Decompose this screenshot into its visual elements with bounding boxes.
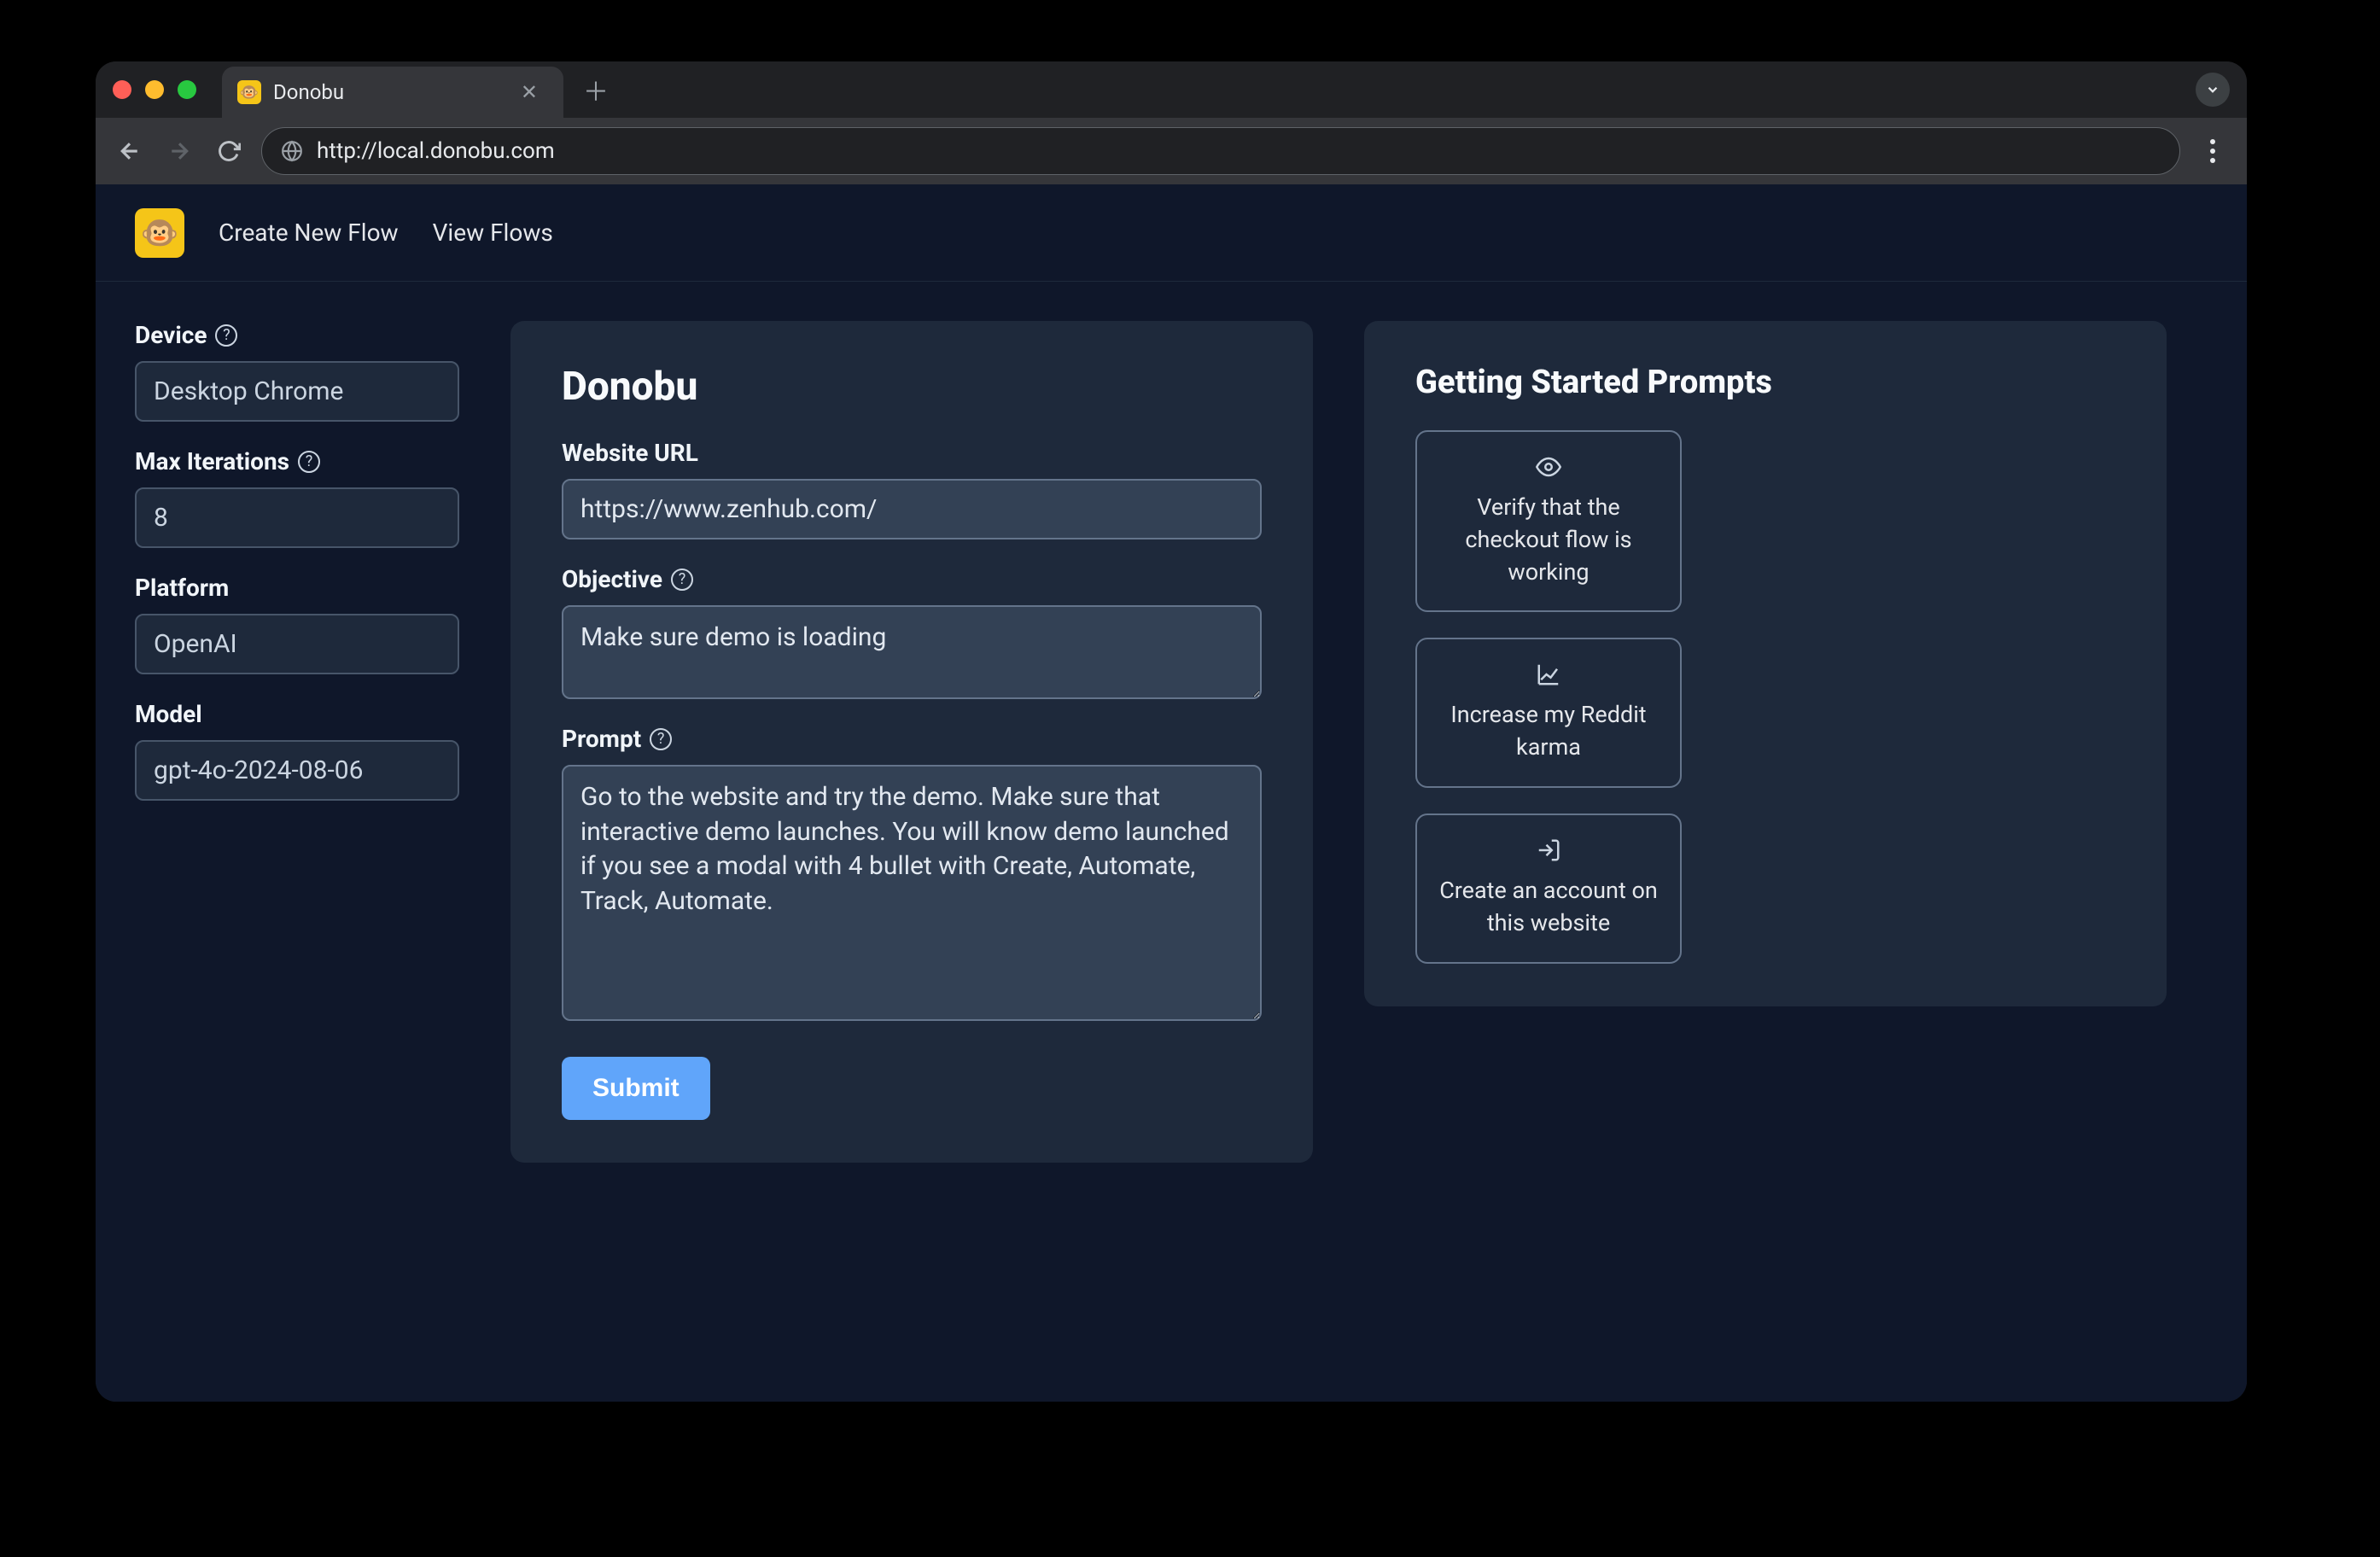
main-title: Donobu [562,364,1262,410]
website-url-label: Website URL [562,439,1262,467]
dot-icon [2210,139,2215,144]
prompt-card-reddit-karma[interactable]: Increase my Reddit karma [1415,638,1682,788]
getting-started-title: Getting Started Prompts [1415,364,2115,401]
objective-field: Objective ? [562,565,1262,699]
app-header: 🐵 Create New Flow View Flows [96,184,2247,282]
chart-line-icon [1536,662,1561,687]
new-tab-button[interactable]: ＋ [580,74,611,105]
back-button[interactable] [113,134,147,168]
help-icon[interactable]: ? [215,324,237,347]
help-icon[interactable]: ? [298,451,320,473]
forward-button[interactable] [162,134,196,168]
window-minimize-button[interactable] [145,80,164,99]
nav-view-flows[interactable]: View Flows [433,219,553,247]
reload-button[interactable] [212,134,246,168]
browser-tab[interactable]: 🐵 Donobu ✕ [222,67,563,118]
arrow-left-icon [117,138,143,164]
platform-label: Platform [135,574,459,602]
browser-menu-button[interactable] [2196,139,2230,163]
browser-toolbar: http://local.donobu.com [96,118,2247,184]
eye-icon [1536,454,1561,480]
tab-close-icon[interactable]: ✕ [514,77,545,108]
dot-icon [2210,158,2215,163]
window-close-button[interactable] [113,80,131,99]
objective-label-text: Objective [562,565,662,593]
window-maximize-button[interactable] [178,80,196,99]
login-icon [1536,837,1561,863]
prompt-label: Prompt ? [562,725,1262,753]
reload-icon [217,139,241,163]
main-panel: Donobu Website URL Objective ? Prompt ? [510,321,1313,1163]
getting-started-panel: Getting Started Prompts Verify that the … [1364,321,2167,1006]
chevron-down-icon [2205,82,2220,97]
nav-create-new-flow[interactable]: Create New Flow [219,219,399,247]
browser-window: 🐵 Donobu ✕ ＋ http://local.donobu.com [96,61,2247,1402]
prompt-card-text: Verify that the checkout flow is working [1436,492,1661,588]
tab-overflow-button[interactable] [2196,73,2230,107]
prompt-field: Prompt ? [562,725,1262,1021]
website-url-field: Website URL [562,439,1262,539]
max-iterations-field: Max Iterations ? [135,447,459,548]
url-text: http://local.donobu.com [317,138,555,164]
model-label-text: Model [135,700,202,728]
arrow-right-icon [166,138,192,164]
app-logo[interactable]: 🐵 [135,208,184,258]
max-iterations-input[interactable] [135,487,459,548]
objective-textarea[interactable] [562,605,1262,699]
globe-icon [281,140,303,162]
model-field: Model [135,700,459,801]
prompt-card-text: Increase my Reddit karma [1436,699,1661,764]
objective-label: Objective ? [562,565,1262,593]
prompt-card-verify-checkout[interactable]: Verify that the checkout flow is working [1415,430,1682,612]
prompt-card-text: Create an account on this website [1436,875,1661,940]
help-icon[interactable]: ? [671,569,693,591]
address-bar[interactable]: http://local.donobu.com [261,127,2180,175]
platform-input[interactable] [135,614,459,674]
sidebar: Device ? Max Iterations ? Platform [135,321,459,801]
max-iterations-label: Max Iterations ? [135,447,459,475]
max-iterations-label-text: Max Iterations [135,447,289,475]
help-icon[interactable]: ? [650,728,672,750]
titlebar: 🐵 Donobu ✕ ＋ [96,61,2247,118]
dot-icon [2210,149,2215,154]
app-body: Device ? Max Iterations ? Platform [96,282,2247,1402]
device-label: Device ? [135,321,459,349]
prompt-textarea[interactable] [562,765,1262,1021]
device-field: Device ? [135,321,459,422]
app-root: 🐵 Create New Flow View Flows Device ? Ma… [96,184,2247,1402]
platform-label-text: Platform [135,574,229,602]
model-input[interactable] [135,740,459,801]
tab-title: Donobu [273,80,502,104]
prompt-card-create-account[interactable]: Create an account on this website [1415,813,1682,964]
device-input[interactable] [135,361,459,422]
device-label-text: Device [135,321,207,349]
platform-field: Platform [135,574,459,674]
submit-button[interactable]: Submit [562,1057,710,1120]
tab-favicon: 🐵 [237,80,261,104]
window-controls [113,80,196,99]
prompt-label-text: Prompt [562,725,641,753]
prompt-cards: Verify that the checkout flow is working… [1415,430,2115,964]
model-label: Model [135,700,459,728]
website-url-input[interactable] [562,479,1262,539]
